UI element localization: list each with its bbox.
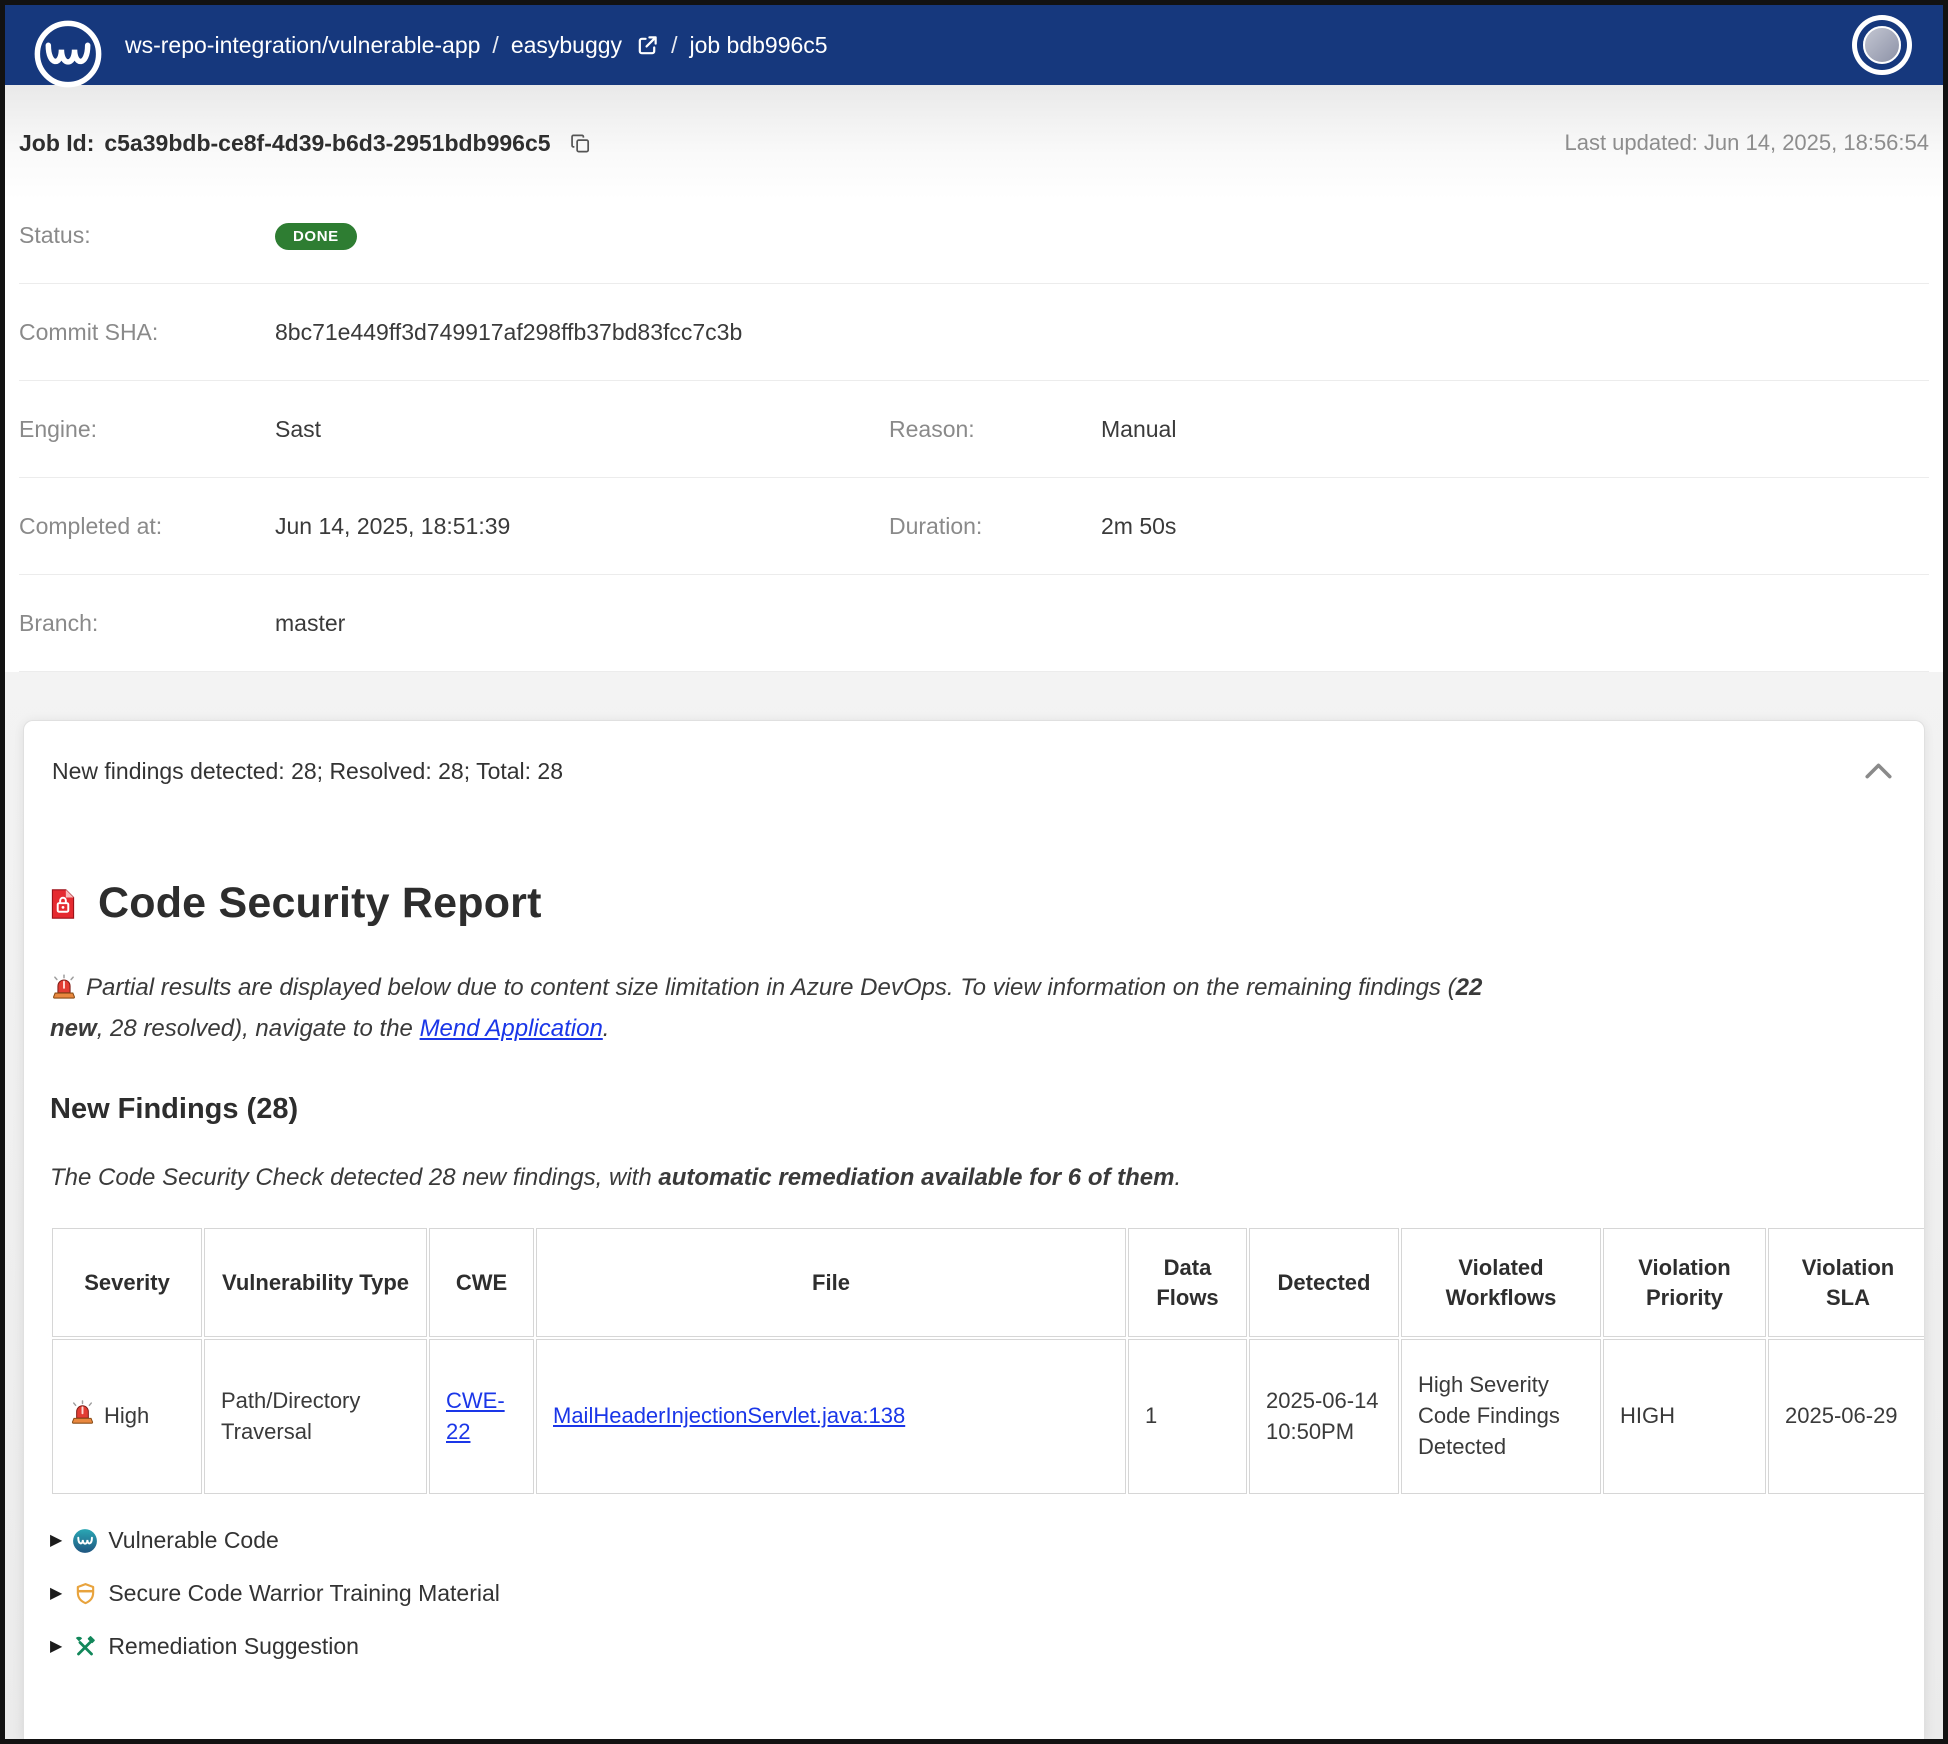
lock-document-icon (50, 881, 76, 927)
data-flows-cell: 1 (1128, 1339, 1247, 1493)
new-findings-heading: New Findings (28) (50, 1093, 1898, 1126)
page: ws-repo-integration/vulnerable-app / eas… (0, 0, 1948, 1744)
job-id-row: Job Id: c5a39bdb-ce8f-4d39-b6d3-2951bdb9… (19, 85, 1929, 187)
secure-code-warrior-toggle[interactable]: ▶ Secure Code Warrior Training Material (50, 1579, 1898, 1609)
col-header-violation-sla: Violation SLA (1768, 1228, 1925, 1337)
report-title: Code Security Report (50, 879, 1898, 928)
detected-cell: 2025-06-14 10:50PM (1249, 1339, 1399, 1493)
remediation-suggestion-label: Remediation Suggestion (108, 1633, 359, 1660)
reason-label: Reason: (889, 416, 1101, 443)
expand-triangle-icon: ▶ (50, 1586, 62, 1602)
col-header-data-flows: Data Flows (1128, 1228, 1247, 1337)
mend-application-link[interactable]: Mend Application (420, 1015, 603, 1042)
detected-summary-line: The Code Security Check detected 28 new … (50, 1164, 1898, 1192)
col-header-violation-priority: Violation Priority (1603, 1228, 1766, 1337)
user-avatar[interactable] (1863, 26, 1901, 64)
reason-value: Manual (1101, 416, 1929, 443)
high-severity-alert-icon (69, 1400, 96, 1434)
findings-panel-zone: New findings detected: 28; Resolved: 28;… (5, 672, 1943, 1739)
breadcrumb-repo[interactable]: ws-repo-integration/vulnerable-app (125, 32, 480, 59)
findings-summary-text: New findings detected: 28; Resolved: 28;… (52, 758, 563, 785)
engine-label: Engine: (19, 416, 275, 443)
job-id-value: c5a39bdb-ce8f-4d39-b6d3-2951bdb996c5 (104, 130, 550, 157)
expand-triangle-icon: ▶ (50, 1639, 62, 1655)
job-details-section: Job Id: c5a39bdb-ce8f-4d39-b6d3-2951bdb9… (5, 85, 1943, 672)
notice-text-post: . (603, 1015, 610, 1042)
commit-row: Commit SHA: 8bc71e449ff3d749917af298ffb3… (19, 284, 1929, 380)
mend-wave-icon (72, 1528, 98, 1554)
breadcrumb-separator: / (671, 32, 677, 59)
table-header-row: Severity Vulnerability Type CWE File Dat… (52, 1228, 1925, 1337)
top-navigation-bar: ws-repo-integration/vulnerable-app / eas… (5, 5, 1943, 85)
secure-code-warrior-label: Secure Code Warrior Training Material (108, 1580, 500, 1607)
violated-workflows-cell: High Severity Code Findings Detected (1418, 1370, 1560, 1462)
last-updated: Last updated: Jun 14, 2025, 18:56:54 (1564, 130, 1929, 156)
findings-summary-toggle[interactable]: New findings detected: 28; Resolved: 28;… (24, 721, 1924, 821)
expand-triangle-icon: ▶ (50, 1533, 62, 1549)
breadcrumb-project-link[interactable]: easybuggy (511, 32, 622, 59)
tools-icon (72, 1635, 98, 1659)
violation-priority-cell: HIGH (1603, 1339, 1766, 1493)
table-row: High Path/Directory Traversal CWE-22 Mai… (52, 1339, 1925, 1493)
commit-sha-label: Commit SHA: (19, 319, 275, 346)
col-header-cwe: CWE (429, 1228, 534, 1337)
copy-job-id-button[interactable] (567, 130, 594, 157)
job-id: Job Id: c5a39bdb-ce8f-4d39-b6d3-2951bdb9… (19, 130, 594, 157)
completed-at-value: Jun 14, 2025, 18:51:39 (275, 513, 889, 540)
status-row: Status: DONE (19, 187, 1929, 283)
branch-row: Branch: master (19, 575, 1929, 671)
vulnerable-code-label: Vulnerable Code (108, 1527, 279, 1554)
file-link[interactable]: MailHeaderInjectionServlet.java:138 (553, 1403, 905, 1428)
completed-duration-row: Completed at: Jun 14, 2025, 18:51:39 Dur… (19, 478, 1929, 574)
breadcrumb: ws-repo-integration/vulnerable-app / eas… (125, 32, 828, 59)
remediation-suggestion-toggle[interactable]: ▶ Remediation Suggestion (50, 1632, 1898, 1662)
job-id-label: Job Id: (19, 130, 94, 157)
col-header-vulnerability-type: Vulnerability Type (204, 1228, 427, 1337)
duration-label: Duration: (889, 513, 1101, 540)
partial-results-notice: Partial results are displayed below due … (50, 970, 1530, 1047)
completed-at-label: Completed at: (19, 513, 275, 540)
engine-reason-row: Engine: Sast Reason: Manual (19, 381, 1929, 477)
breadcrumb-separator: / (492, 32, 498, 59)
notice-text-pre: Partial results are displayed below due … (86, 974, 1456, 1001)
finding-detail-toggles: ▶ Vul (50, 1526, 1898, 1662)
col-header-file: File (536, 1228, 1126, 1337)
severity-value: High (104, 1401, 149, 1432)
commit-sha-value: 8bc71e449ff3d749917af298ffb37bd83fcc7c3b (275, 319, 889, 346)
chevron-up-icon[interactable] (1861, 759, 1896, 783)
status-label: Status: (19, 222, 275, 249)
col-header-detected: Detected (1249, 1228, 1399, 1337)
notice-text-mid: , 28 resolved), navigate to the (97, 1015, 420, 1042)
findings-panel: New findings detected: 28; Resolved: 28;… (23, 720, 1925, 1739)
findings-table: Severity Vulnerability Type CWE File Dat… (50, 1226, 1925, 1496)
branch-label: Branch: (19, 610, 275, 637)
violation-sla-cell: 2025-06-29 (1768, 1339, 1925, 1493)
engine-value: Sast (275, 416, 889, 443)
vulnerability-type-cell: Path/Directory Traversal (204, 1339, 427, 1493)
col-header-violated-workflows: Violated Workflows (1401, 1228, 1601, 1337)
status-badge: DONE (275, 223, 357, 250)
code-security-report: Code Security Report (24, 879, 1924, 1662)
mend-logo-icon (33, 19, 103, 89)
detected-line-bold: automatic remediation available for 6 of… (658, 1164, 1174, 1191)
detected-line-post: . (1174, 1164, 1181, 1191)
duration-value: 2m 50s (1101, 513, 1929, 540)
external-link-icon[interactable] (636, 34, 659, 57)
report-title-text: Code Security Report (98, 879, 542, 928)
branch-value: master (275, 610, 889, 637)
cwe-link[interactable]: CWE-22 (446, 1388, 505, 1444)
detected-line-pre: The Code Security Check detected 28 new … (50, 1164, 658, 1191)
shield-icon (72, 1582, 98, 1605)
alert-light-icon (50, 974, 78, 1011)
breadcrumb-job: job bdb996c5 (689, 32, 827, 59)
col-header-severity: Severity (52, 1228, 202, 1337)
vulnerable-code-toggle[interactable]: ▶ Vul (50, 1526, 1898, 1556)
